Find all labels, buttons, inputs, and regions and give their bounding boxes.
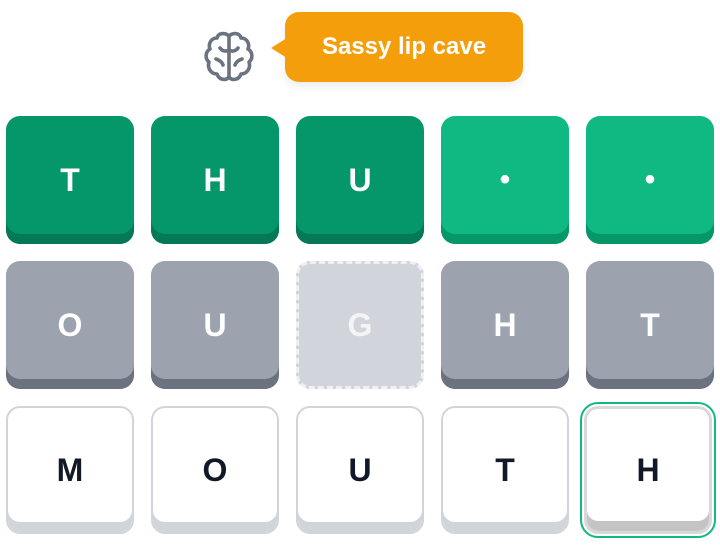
brain-icon[interactable] bbox=[198, 26, 260, 88]
tile[interactable]: • bbox=[441, 116, 569, 244]
guess-row-3: M O U T H bbox=[6, 402, 718, 538]
tile[interactable]: U bbox=[151, 261, 279, 389]
tile-letter: • bbox=[644, 163, 656, 196]
tile-letter: U bbox=[203, 306, 227, 343]
tile[interactable]: U bbox=[296, 116, 424, 244]
hint-text: Sassy lip cave bbox=[321, 33, 487, 60]
tile-active[interactable]: H bbox=[580, 402, 716, 538]
tile-letter: U bbox=[348, 451, 372, 488]
tile-letter: H bbox=[493, 306, 517, 343]
guess-row-1: T H U • • bbox=[6, 116, 718, 244]
tile[interactable]: O bbox=[6, 261, 134, 389]
tile-letter: O bbox=[202, 451, 228, 488]
tile[interactable]: U bbox=[296, 406, 424, 534]
tile-letter: U bbox=[348, 161, 372, 198]
hint-row: Sassy lip cave bbox=[0, 12, 720, 84]
tile-letter: T bbox=[640, 306, 660, 343]
tile-letter: H bbox=[203, 161, 227, 198]
tile-letter: G bbox=[347, 306, 373, 343]
tile-letter: H bbox=[636, 451, 660, 488]
tile[interactable]: H bbox=[441, 261, 569, 389]
tile-letter: T bbox=[495, 451, 515, 488]
tile[interactable]: O bbox=[151, 406, 279, 534]
tile[interactable]: T bbox=[441, 406, 569, 534]
tile[interactable]: T bbox=[6, 116, 134, 244]
tile[interactable]: T bbox=[586, 261, 714, 389]
tile-letter: M bbox=[56, 451, 84, 488]
tile[interactable]: G bbox=[296, 261, 424, 389]
tile-letter: O bbox=[57, 306, 83, 343]
tile-letter: • bbox=[499, 163, 511, 196]
hint-bubble: Sassy lip cave bbox=[271, 12, 523, 82]
tile[interactable]: H bbox=[151, 116, 279, 244]
tile[interactable]: • bbox=[586, 116, 714, 244]
tile[interactable]: M bbox=[6, 406, 134, 534]
tile-letter: T bbox=[60, 161, 80, 198]
guess-row-2: O U G H T bbox=[6, 261, 718, 389]
